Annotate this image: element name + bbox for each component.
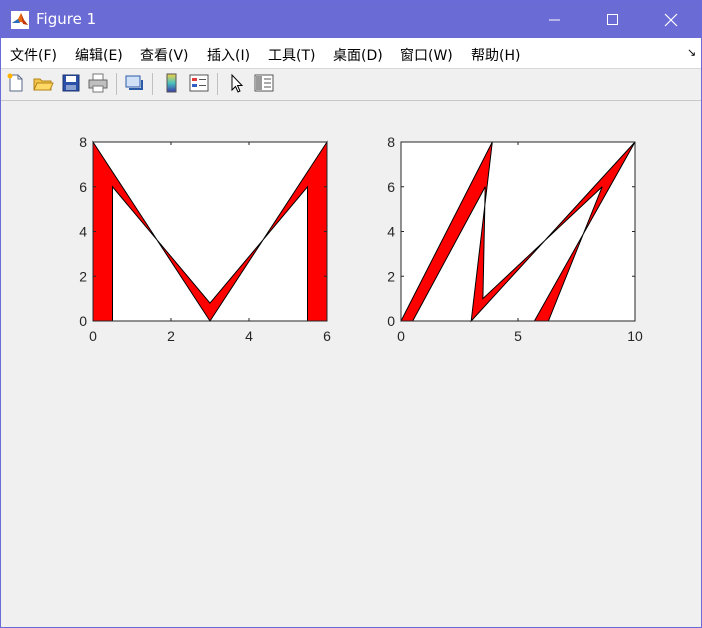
axes-background-1[interactable] <box>93 142 327 321</box>
figure-canvas[interactable]: 0 2 4 6 0 2 4 6 8 0 5 10 0 2 4 6 8 <box>1 101 701 627</box>
y-tick-label: 0 <box>387 313 395 329</box>
save-icon[interactable] <box>60 72 82 94</box>
x-tick-label: 5 <box>514 328 522 344</box>
menu-help[interactable]: 帮助(H) <box>471 45 520 65</box>
close-button[interactable] <box>642 1 700 38</box>
y-tick-label: 8 <box>79 134 87 150</box>
matlab-logo-icon <box>11 11 29 29</box>
y-tick-label: 6 <box>79 179 87 195</box>
menu-desktop[interactable]: 桌面(D) <box>333 45 383 65</box>
menu-window[interactable]: 窗口(W) <box>400 45 453 65</box>
toolbar-separator <box>116 73 117 95</box>
menu-insert[interactable]: 插入(I) <box>207 45 250 65</box>
menu-bar: 文件(F) 编辑(E) 查看(V) 插入(I) 工具(T) 桌面(D) 窗口(W… <box>1 38 701 69</box>
menu-tools[interactable]: 工具(T) <box>268 45 315 65</box>
legend-icon[interactable] <box>188 72 210 94</box>
toolbar-separator <box>217 73 218 95</box>
menu-view[interactable]: 查看(V) <box>140 45 189 65</box>
open-file-icon[interactable] <box>32 72 54 94</box>
plot-canvas[interactable]: 0 2 4 6 0 2 4 6 8 0 5 10 0 2 4 6 8 <box>1 101 701 401</box>
colorbar-icon[interactable] <box>161 72 183 94</box>
edit-plot-icon[interactable] <box>226 72 248 94</box>
menu-file[interactable]: 文件(F) <box>10 45 57 65</box>
y-tick-label: 4 <box>387 224 395 240</box>
link-plot-icon[interactable] <box>123 72 145 94</box>
y-tick-label: 2 <box>79 268 87 284</box>
figure-window: Figure 1 文件(F) 编辑(E) 查看(V) 插入(I) 工具(T) 桌… <box>0 0 702 628</box>
y-tick-label: 2 <box>387 268 395 284</box>
menu-edit[interactable]: 编辑(E) <box>75 45 123 65</box>
title-bar[interactable]: Figure 1 <box>1 1 701 38</box>
x-tick-label: 0 <box>89 328 97 344</box>
x-tick-label: 6 <box>323 328 331 344</box>
x-tick-label: 4 <box>245 328 253 344</box>
minimize-icon <box>549 19 560 20</box>
y-tick-label: 8 <box>387 134 395 150</box>
x-tick-label: 10 <box>627 328 643 344</box>
close-icon <box>664 13 678 26</box>
axes-background-2[interactable] <box>401 142 635 321</box>
maximize-icon <box>607 13 618 25</box>
property-inspector-icon[interactable] <box>253 72 275 94</box>
y-tick-label: 6 <box>387 179 395 195</box>
dock-arrow-icon[interactable]: ↘ <box>687 46 696 59</box>
minimize-button[interactable] <box>526 1 584 38</box>
window-title: Figure 1 <box>36 10 97 28</box>
toolbar-separator <box>152 73 153 95</box>
x-tick-label: 0 <box>397 328 405 344</box>
toolbar <box>1 69 701 101</box>
x-tick-label: 2 <box>167 328 175 344</box>
print-icon[interactable] <box>87 72 109 94</box>
y-tick-label: 0 <box>79 313 87 329</box>
new-figure-icon[interactable] <box>5 72 27 94</box>
y-tick-label: 4 <box>79 224 87 240</box>
maximize-button[interactable] <box>584 1 642 38</box>
